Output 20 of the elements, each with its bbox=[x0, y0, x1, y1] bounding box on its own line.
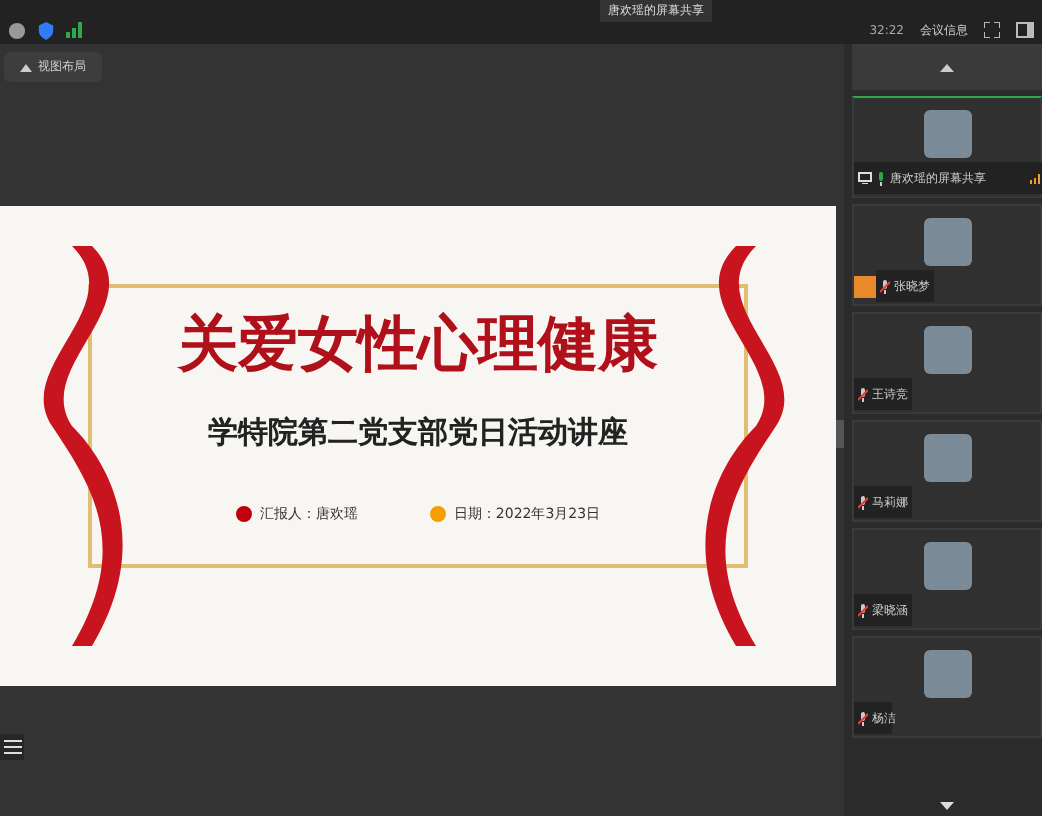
caret-down-icon bbox=[940, 802, 954, 810]
avatar-placeholder bbox=[923, 110, 971, 158]
panel-icon[interactable] bbox=[1016, 22, 1034, 38]
avatar-placeholder bbox=[923, 434, 971, 482]
list-button[interactable] bbox=[0, 734, 24, 760]
slide-title: 关爱女性心理健康 bbox=[178, 308, 658, 384]
caret-up-icon bbox=[20, 63, 32, 71]
fullscreen-icon[interactable] bbox=[984, 22, 1000, 38]
shield-icon[interactable] bbox=[38, 21, 54, 39]
collapse-handle[interactable] bbox=[836, 420, 844, 448]
avatar-placeholder bbox=[923, 326, 971, 374]
slide-subtitle: 学特院第二党支部党日活动讲座 bbox=[208, 414, 628, 452]
list-icon bbox=[3, 740, 21, 754]
globe-icon[interactable] bbox=[8, 21, 26, 39]
avatar-placeholder bbox=[923, 650, 971, 698]
caret-up-icon bbox=[940, 63, 954, 71]
signal-icon bbox=[1030, 173, 1040, 183]
signal-icon bbox=[66, 22, 82, 38]
avatar-placeholder bbox=[923, 542, 971, 590]
avatar-placeholder bbox=[923, 218, 971, 266]
